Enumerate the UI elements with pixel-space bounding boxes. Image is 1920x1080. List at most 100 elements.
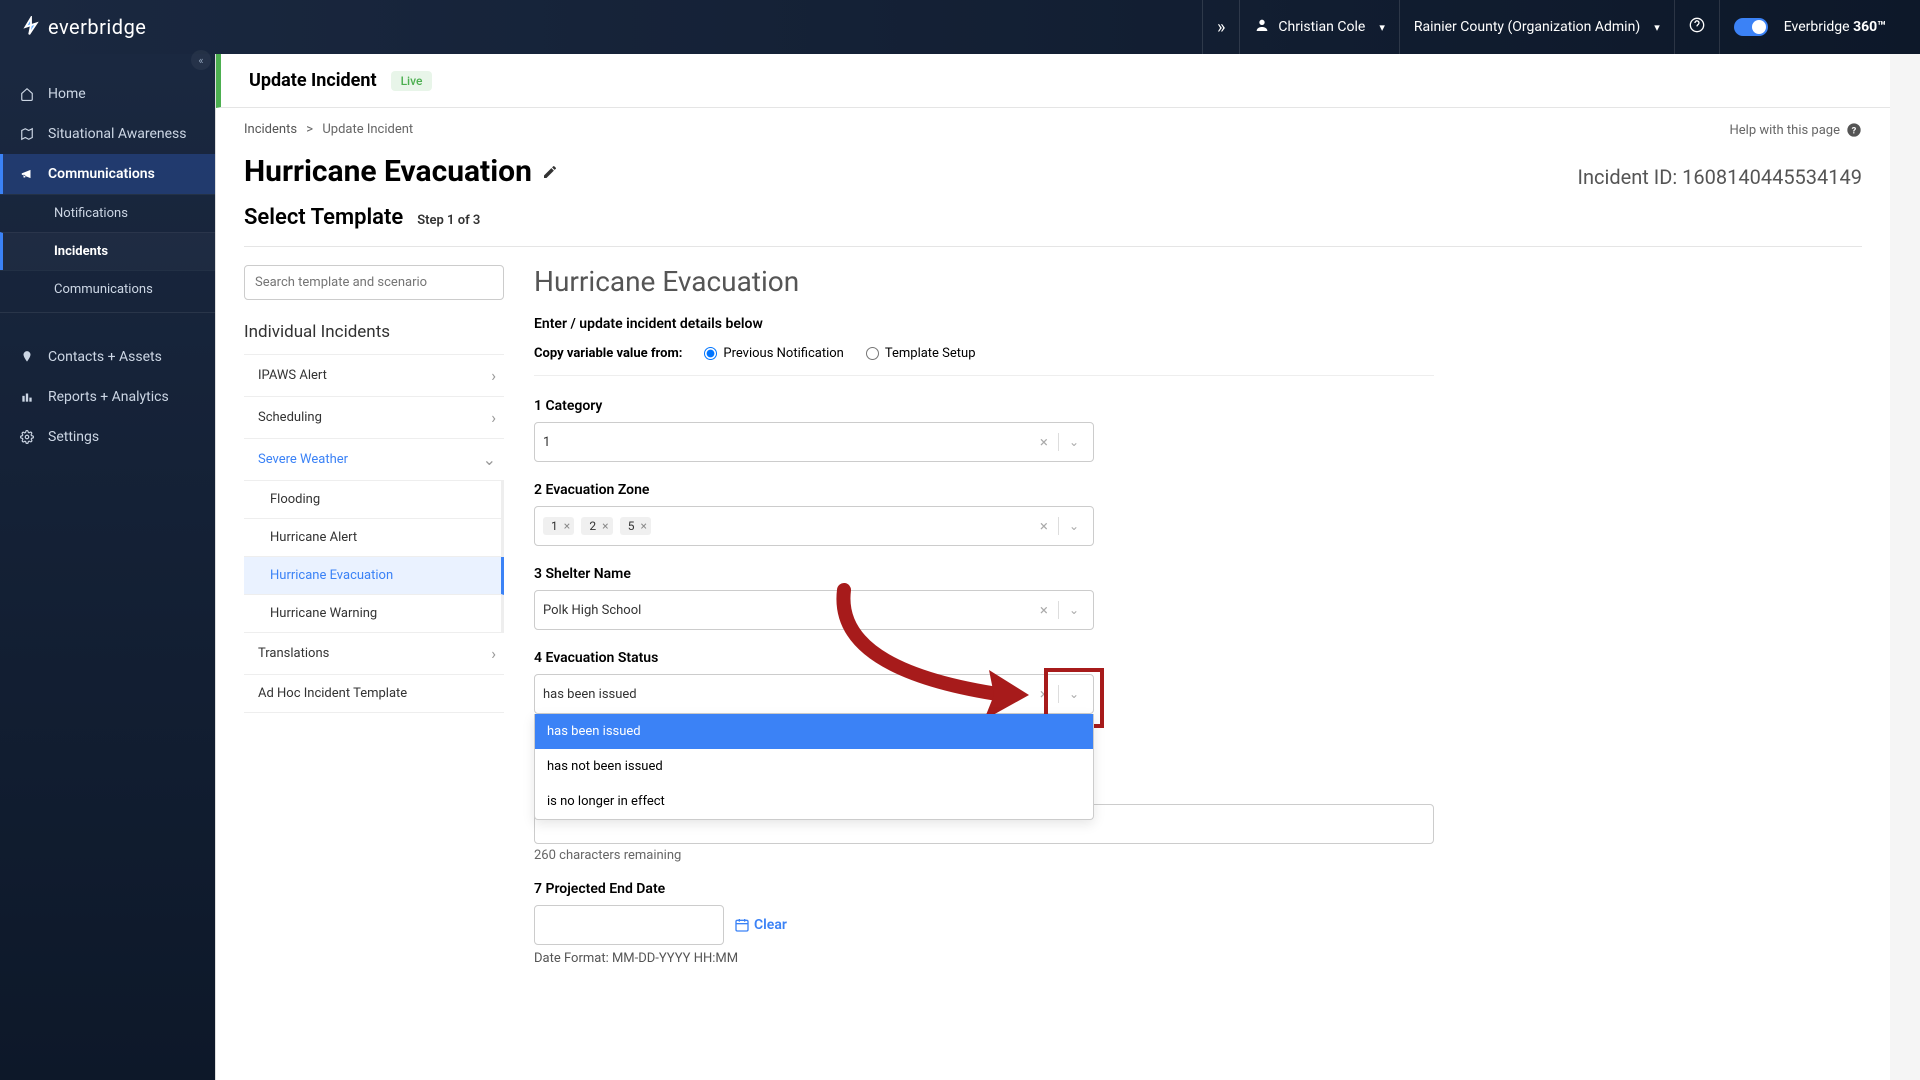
help-icon: ? bbox=[1846, 122, 1862, 138]
chevron-down-icon bbox=[483, 450, 496, 469]
chip-remove-icon[interactable]: × bbox=[641, 519, 647, 533]
select-shelter[interactable]: Polk High School × ⌄ bbox=[534, 590, 1094, 630]
nav-settings[interactable]: Settings bbox=[0, 417, 215, 457]
brand-logo: everbridge bbox=[20, 15, 146, 39]
megaphone-icon bbox=[20, 167, 34, 181]
status-option-no-longer[interactable]: is no longer in effect bbox=[535, 784, 1093, 819]
nav-label: Settings bbox=[48, 429, 99, 445]
select-status[interactable]: has been issued × ⌄ bbox=[534, 674, 1094, 714]
chevron-double-right-icon bbox=[1217, 17, 1225, 38]
template-group-ipaws[interactable]: IPAWS Alert bbox=[244, 355, 504, 397]
clear-date-button[interactable]: Clear bbox=[734, 917, 787, 933]
zone-chip[interactable]: 2× bbox=[581, 517, 612, 535]
zone-chip[interactable]: 5× bbox=[620, 517, 651, 535]
gear-icon bbox=[20, 430, 34, 444]
field-evacuation-status: 4 Evacuation Status has been issued × ⌄ … bbox=[534, 650, 1094, 714]
subnav-incidents[interactable]: Incidents bbox=[0, 232, 215, 270]
select-category[interactable]: 1 × ⌄ bbox=[534, 422, 1094, 462]
calendar-icon bbox=[734, 917, 750, 933]
chevron-right-icon bbox=[491, 366, 496, 385]
toggle-switch-icon[interactable] bbox=[1734, 18, 1768, 36]
chip-remove-icon[interactable]: × bbox=[602, 519, 608, 533]
pin-icon bbox=[20, 350, 34, 364]
template-group-scheduling[interactable]: Scheduling bbox=[244, 397, 504, 439]
nav-label: Reports + Analytics bbox=[48, 389, 169, 405]
select-zone[interactable]: 1× 2× 5× × ⌄ bbox=[534, 506, 1094, 546]
clear-icon[interactable]: × bbox=[1030, 517, 1059, 535]
template-item-hurricane-alert[interactable]: Hurricane Alert bbox=[244, 519, 501, 557]
help-page-link[interactable]: Help with this page ? bbox=[1730, 122, 1863, 138]
chevron-right-icon bbox=[491, 408, 496, 427]
status-option-issued[interactable]: has been issued bbox=[535, 714, 1093, 749]
status-option-not-issued[interactable]: has not been issued bbox=[535, 749, 1093, 784]
nav-label: Situational Awareness bbox=[48, 126, 187, 142]
help-icon bbox=[1689, 17, 1705, 37]
expand-button[interactable] bbox=[1202, 0, 1239, 54]
label-status: 4 Evacuation Status bbox=[534, 650, 1094, 666]
nav-label: Contacts + Assets bbox=[48, 349, 162, 365]
nav-label: Communications bbox=[48, 166, 155, 182]
edit-icon[interactable] bbox=[542, 164, 558, 180]
template-search-input[interactable] bbox=[244, 265, 504, 300]
template-group-severe-weather[interactable]: Severe Weather bbox=[244, 439, 504, 481]
chevron-down-icon[interactable]: ⌄ bbox=[1059, 519, 1085, 533]
logo-icon bbox=[20, 16, 42, 38]
subnav-notifications[interactable]: Notifications bbox=[0, 194, 215, 232]
user-menu[interactable]: Christian Cole bbox=[1239, 0, 1398, 54]
org-menu[interactable]: Rainier County (Organization Admin) bbox=[1399, 0, 1674, 54]
home-icon bbox=[20, 87, 34, 101]
product-label: Everbridge 360™ bbox=[1784, 19, 1886, 35]
nav-reports[interactable]: Reports + Analytics bbox=[0, 377, 215, 417]
chip-remove-icon[interactable]: × bbox=[564, 519, 570, 533]
template-group-translations[interactable]: Translations bbox=[244, 633, 504, 675]
form-hint: Enter / update incident details below bbox=[534, 316, 1434, 332]
nav-label: Home bbox=[48, 86, 86, 102]
chevron-right-icon bbox=[491, 644, 496, 663]
template-item-hurricane-evacuation[interactable]: Hurricane Evacuation bbox=[244, 557, 504, 595]
nav-communications[interactable]: Communications bbox=[0, 154, 215, 194]
chevron-down-icon[interactable]: ⌄ bbox=[1059, 603, 1085, 617]
template-adhoc[interactable]: Ad Hoc Incident Template bbox=[244, 675, 504, 713]
zone-chip[interactable]: 1× bbox=[543, 517, 574, 535]
step-indicator: Step 1 of 3 bbox=[417, 213, 480, 228]
map-icon bbox=[20, 127, 34, 141]
subnav-communications[interactable]: Communications bbox=[0, 270, 215, 308]
breadcrumb-current: Update Incident bbox=[322, 122, 413, 137]
label-end-date: 7 Projected End Date bbox=[534, 881, 1434, 897]
user-name: Christian Cole bbox=[1278, 19, 1365, 35]
product-toggle[interactable]: Everbridge 360™ bbox=[1719, 0, 1900, 54]
breadcrumb-root[interactable]: Incidents bbox=[244, 122, 297, 137]
radio-previous-notification[interactable]: Previous Notification bbox=[704, 346, 843, 361]
copy-label: Copy variable value from: bbox=[534, 346, 682, 361]
clear-icon[interactable]: × bbox=[1030, 685, 1059, 703]
template-list: IPAWS Alert Scheduling Severe Weather Fl… bbox=[244, 354, 504, 713]
date-format-hint: Date Format: MM-DD-YYYY HH:MM bbox=[534, 951, 1434, 966]
nav-situational[interactable]: Situational Awareness bbox=[0, 114, 215, 154]
radio-template-setup[interactable]: Template Setup bbox=[866, 346, 976, 361]
nav-contacts[interactable]: Contacts + Assets bbox=[0, 337, 215, 377]
chart-icon bbox=[20, 390, 34, 404]
clear-icon[interactable]: × bbox=[1030, 601, 1059, 619]
incident-id: Incident ID: 1608140445534149 bbox=[1578, 165, 1862, 189]
status-badge: Live bbox=[391, 71, 433, 91]
chevron-down-icon[interactable]: ⌄ bbox=[1059, 435, 1085, 449]
sidebar: « Home Situational Awareness Communicati… bbox=[0, 54, 215, 1080]
chevron-down-icon[interactable]: ⌄ bbox=[1059, 687, 1085, 701]
sidebar-collapse-button[interactable]: « bbox=[191, 50, 211, 70]
clear-icon[interactable]: × bbox=[1030, 433, 1059, 451]
breadcrumb: Incidents > Update Incident bbox=[244, 122, 413, 138]
nav-home[interactable]: Home bbox=[0, 74, 215, 114]
help-button[interactable] bbox=[1674, 0, 1719, 54]
form-title: Hurricane Evacuation bbox=[534, 265, 1434, 298]
template-item-flooding[interactable]: Flooding bbox=[244, 481, 501, 519]
label-zone: 2 Evacuation Zone bbox=[534, 482, 1094, 498]
end-date-input[interactable] bbox=[534, 905, 724, 945]
template-item-hurricane-warning[interactable]: Hurricane Warning bbox=[244, 595, 501, 633]
main-content: Update Incident Live Incidents > Update … bbox=[215, 54, 1890, 1080]
chars-remaining: 260 characters remaining bbox=[534, 848, 1434, 863]
label-shelter: 3 Shelter Name bbox=[534, 566, 1094, 582]
user-icon bbox=[1254, 17, 1270, 37]
svg-text:?: ? bbox=[1852, 125, 1857, 136]
incident-title: Hurricane Evacuation bbox=[244, 154, 558, 189]
status-dropdown: has been issued has not been issued is n… bbox=[534, 714, 1094, 820]
